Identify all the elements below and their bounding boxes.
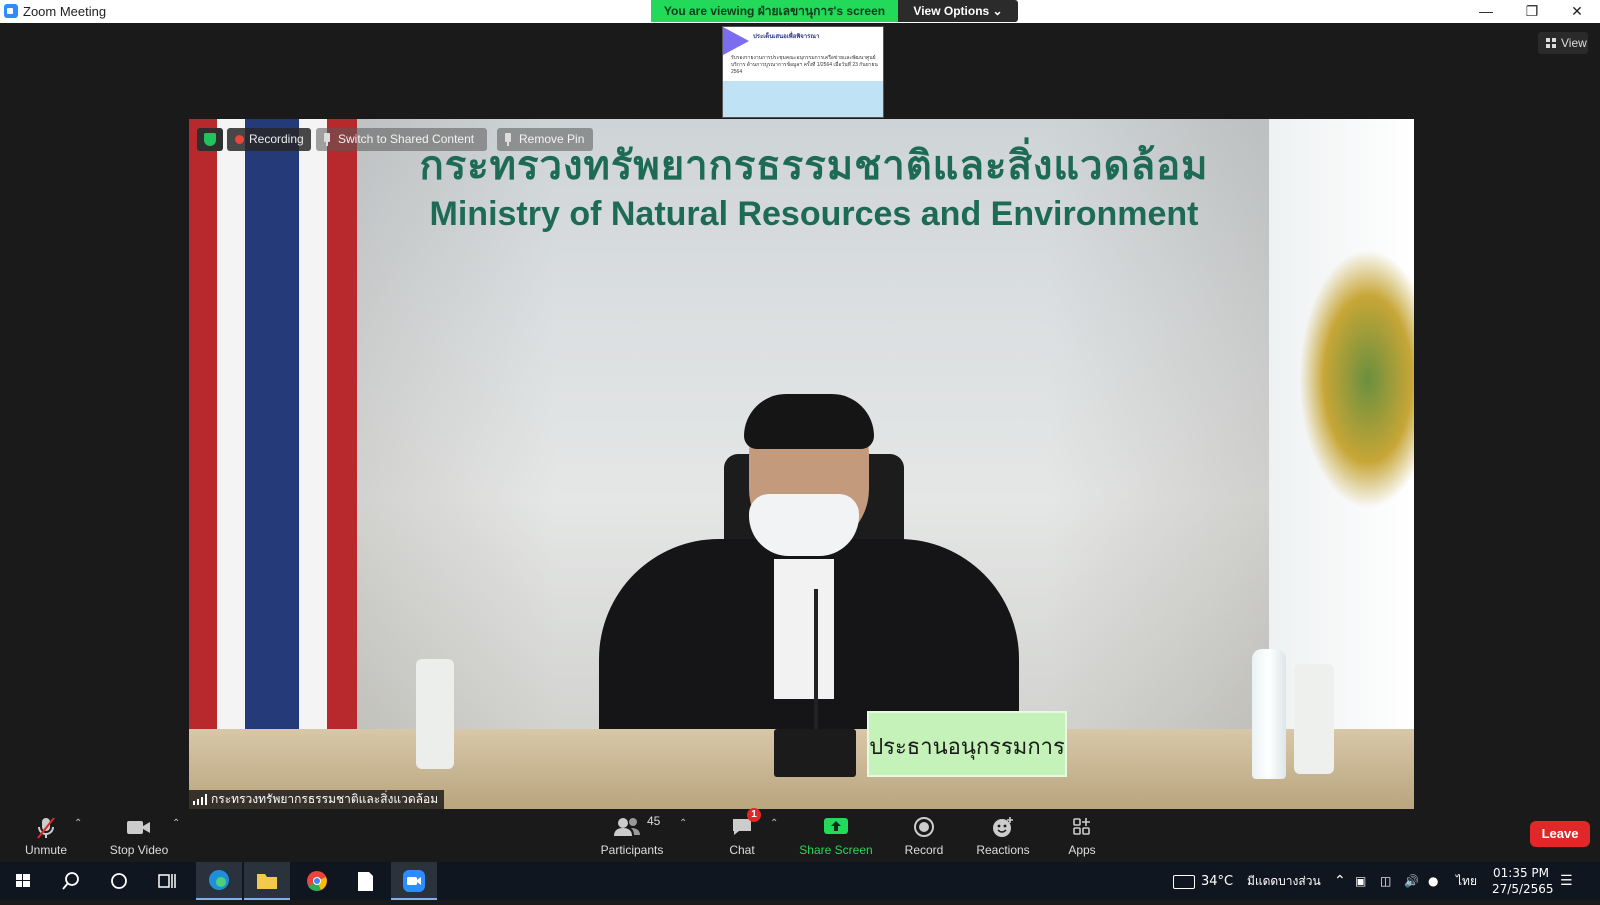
nameplate-text: ประธานอนุกรรมการ [869,735,1065,760]
zoom-taskbar-icon[interactable] [391,862,437,900]
network-icon[interactable]: ◫ [1380,862,1391,900]
record-icon [913,816,935,841]
windows-start-icon[interactable] [0,862,46,900]
stop-video-button[interactable]: Stop Video [104,812,174,862]
audio-options-caret-icon[interactable]: ⌃ [74,818,82,829]
reactions-smiley-icon [991,816,1015,841]
main-video: กระทรวงทรัพยากรธรรมชาติและสิ่งแวดล้อม Mi… [189,119,1414,809]
participants-label: Participants [600,843,664,857]
participant-name-tag: กระทรวงทรัพยากรธรรมชาติและสิ่งแวดล้อม [189,790,445,809]
reactions-label: Reactions [976,843,1030,857]
chat-label: Chat [729,843,755,857]
apps-icon [1071,816,1093,841]
remove-pin-button[interactable]: Remove Pin [497,128,593,151]
view-options-button[interactable]: View Options ⌄ [898,0,1018,22]
edge-browser-icon[interactable] [196,862,242,900]
chat-unread-badge: 1 [747,808,761,822]
muted-mic-icon [35,816,57,843]
record-label: Record [904,843,944,857]
volume-icon[interactable]: 🔊 [1404,862,1419,900]
participants-button[interactable]: 45 Participants [597,812,667,862]
share-screen-label: Share Screen [799,843,873,857]
input-language[interactable]: ไทย [1456,862,1477,900]
participant-name: กระทรวงทรัพยากรธรรมชาติและสิ่งแวดล้อม [211,792,439,806]
view-layout-button[interactable]: View [1538,32,1588,54]
show-hidden-icons-chevron-icon[interactable]: ⌃ [1334,862,1346,900]
restore-icon[interactable]: ❐ [1509,0,1555,23]
notepad-icon[interactable] [342,862,388,900]
unmute-label: Unmute [24,843,68,857]
slide-title: ประเด็นเสนอเพื่อพิจารณา [753,34,820,40]
security-shield-icon[interactable] [197,128,223,151]
meet-now-icon[interactable]: ▣ [1355,862,1366,900]
slide-footer-band [723,81,883,117]
viewing-screen-banner: You are viewing ฝ่ายเลขานุการ's screen [651,0,898,22]
share-screen-icon [823,816,849,839]
leave-button[interactable]: Leave [1530,821,1590,847]
weather-desc: มีแดดบางส่วน [1246,874,1321,888]
microphone-in-use-icon[interactable]: ● [1428,862,1438,900]
chat-options-caret-icon[interactable]: ⌃ [770,818,778,829]
close-icon[interactable]: ✕ [1554,0,1600,23]
clock-date: 27/5/2565 [1492,882,1554,896]
video-camera-icon [126,816,152,841]
water-bottle [1252,649,1286,779]
video-options-caret-icon[interactable]: ⌃ [172,818,180,829]
clock[interactable]: 01:35 PM 27/5/2565 [1492,865,1554,903]
wall-sign-english: Ministry of Natural Resources and Enviro… [429,195,1199,233]
pin-icon [324,133,330,146]
cortana-icon[interactable] [96,862,142,900]
minimize-icon[interactable]: — [1463,0,1509,23]
notifications-icon[interactable]: ☰ [1560,862,1573,900]
clock-time: 01:35 PM [1493,866,1549,880]
windows-taskbar: 34°C มีแดดบางส่วน ⌃ ▣ ◫ 🔊 ● ไทย 01:35 PM… [0,862,1600,900]
recording-dot-icon [235,135,244,144]
record-button[interactable]: Record [898,812,950,862]
weather-card-icon [1173,874,1195,889]
title-bar: Zoom Meeting You are viewing ฝ่ายเลขานุก… [0,0,1600,23]
switch-to-shared-content-button[interactable]: Switch to Shared Content [316,128,487,151]
pin-icon [505,133,511,146]
search-icon[interactable] [48,862,94,900]
unmute-button[interactable]: Unmute [18,812,74,862]
thai-flag [189,119,389,809]
switch-label: Switch to Shared Content [338,132,475,146]
slide-body: รับรองรายงานการประชุมคณะอนุกรรมการเครือข… [731,55,878,75]
remove-pin-label: Remove Pin [519,132,585,146]
slide-triangle-decoration [723,27,749,55]
window-title: Zoom Meeting [23,4,107,19]
task-view-icon[interactable] [144,862,190,900]
view-label: View [1561,36,1587,50]
zoom-app-icon [4,4,18,18]
weather-temp: 34°C [1201,874,1234,889]
participants-count: 45 [647,814,661,828]
stop-video-label: Stop Video [109,843,169,857]
participants-options-caret-icon[interactable]: ⌃ [679,818,687,829]
shared-content-thumbnail[interactable]: ประเด็นเสนอเพื่อพิจารณา รับรองรายงานการป… [722,26,884,118]
weather-widget[interactable]: 34°C มีแดดบางส่วน [1173,862,1321,900]
share-screen-button[interactable]: Share Screen [796,812,876,862]
recording-label: Recording [249,132,304,146]
nameplate: ประธานอนุกรรมการ [867,711,1067,777]
participants-icon [613,816,641,841]
recording-indicator[interactable]: Recording [227,128,311,151]
apps-button[interactable]: Apps [1062,812,1102,862]
chrome-icon[interactable] [294,862,340,900]
reactions-button[interactable]: Reactions [975,812,1031,862]
grid-icon [1546,38,1556,48]
file-explorer-icon[interactable] [244,862,290,900]
ministry-emblem [1299,249,1414,509]
signal-icon [193,794,207,805]
apps-label: Apps [1068,843,1096,857]
